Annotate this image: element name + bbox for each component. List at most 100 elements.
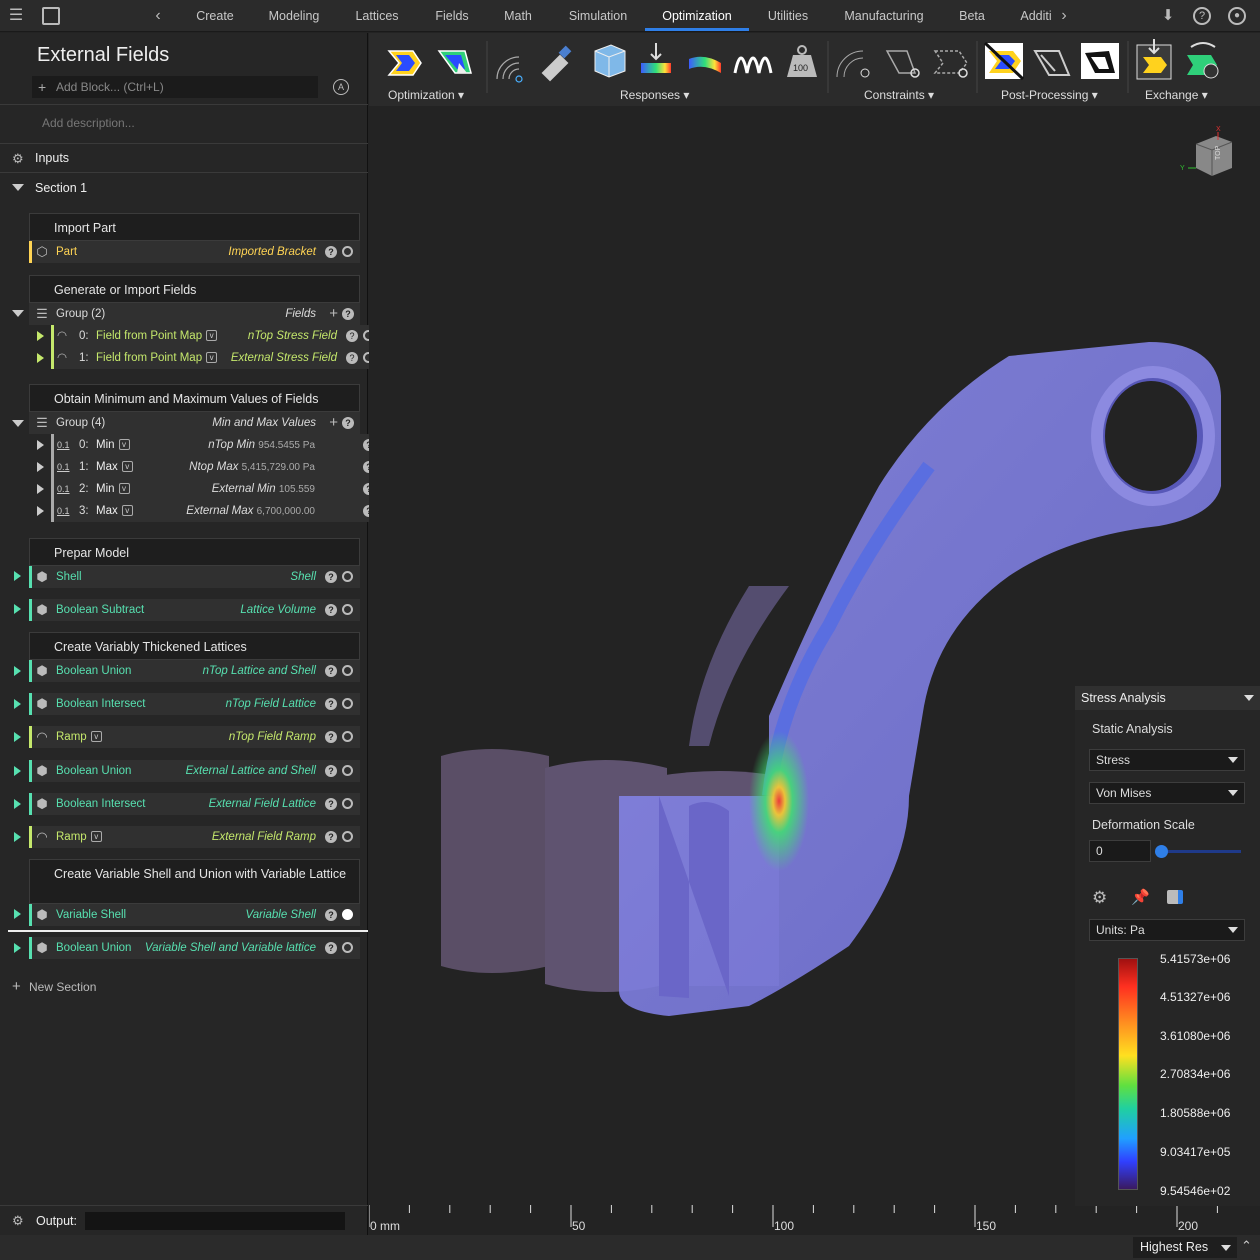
minmax-item[interactable]: 0.12:MinvExternal Min 105.559? [51,478,381,500]
block-header-prep[interactable]: Prepar Model [29,538,360,566]
block-header-import-part[interactable]: Import Part [29,213,360,241]
help-icon[interactable]: ? [325,571,337,583]
deformation-input[interactable]: 0 [1089,840,1151,862]
collapse-up-icon[interactable]: ⌃ [1241,1238,1252,1254]
field-response-icon[interactable] [641,43,671,73]
inputs-label[interactable]: Inputs [35,151,69,165]
dropdown-icon[interactable]: v [90,831,102,843]
help-icon[interactable]: ? [325,831,337,843]
units-select[interactable]: Units: Pa [1089,919,1245,941]
tab-create[interactable]: Create [190,0,240,32]
scroll-left-icon[interactable]: ‹ [148,6,168,26]
help-icon[interactable]: ? [325,246,337,258]
panel-toggle-icon[interactable] [42,7,60,25]
visibility-toggle-icon[interactable] [342,909,353,920]
wave-icon[interactable] [733,56,773,74]
tab-manufacturing[interactable]: Manufacturing [838,0,930,32]
view-cube[interactable]: TOP X Y [1176,124,1246,184]
expand-icon[interactable] [37,506,44,516]
constraint-field-icon[interactable] [836,50,870,78]
help-icon[interactable]: ? [325,909,337,921]
tab-simulation[interactable]: Simulation [562,0,634,32]
expand-icon[interactable] [37,353,44,363]
visibility-toggle-icon[interactable] [342,246,353,257]
group-item[interactable]: ◠ 0: Field from Point Map v nTop Stress F… [51,325,381,347]
block-row-lattice[interactable]: ⬢ Boolean Union External Lattice and Shell… [29,760,360,782]
toolbar-group-post-processing[interactable]: Post-Processing ▾ [1001,88,1098,102]
section-title[interactable]: Section 1 [35,181,87,195]
post-process-icon-2[interactable] [1033,50,1071,76]
help-icon[interactable]: ? [325,731,337,743]
expand-icon[interactable] [14,699,21,709]
deformation-slider-track[interactable] [1159,850,1241,853]
expand-icon[interactable] [37,484,44,494]
constraint-line-icon[interactable] [933,50,968,78]
panel-header[interactable]: Stress Analysis [1075,686,1260,710]
block-row-part[interactable]: ⬡ Part Imported Bracket ? [29,241,360,263]
visibility-toggle-icon[interactable] [342,942,353,953]
hamburger-menu-icon[interactable]: ☰ [6,6,26,26]
tab-optimization[interactable]: Optimization [645,0,749,32]
output-field[interactable] [85,1212,345,1230]
expand-icon[interactable] [14,943,21,953]
block-row-lattice[interactable]: ◠ Ramp v nTop Field Ramp? [29,726,360,748]
group-row-minmax[interactable]: ☰ Group (4) Min and Max Values + ? [29,412,360,434]
expand-icon[interactable] [14,571,21,581]
add-item-icon[interactable]: + [329,412,338,434]
result-select[interactable]: Stress [1089,749,1245,771]
dropdown-icon[interactable]: v [90,731,102,743]
visibility-toggle-icon[interactable] [342,571,353,582]
toolbar-group-optimization[interactable]: Optimization ▾ [388,88,464,102]
dropdown-icon[interactable]: v [118,439,130,451]
block-row-lattice[interactable]: ⬢ Boolean Union nTop Lattice and Shell? [29,660,360,682]
new-section-button[interactable]: New Section [29,980,96,994]
add-block-input[interactable]: + Add Block... (Ctrl+L) [32,76,318,98]
block-header-minmax[interactable]: Obtain Minimum and Maximum Values of Fie… [29,384,360,412]
dropdown-icon[interactable]: v [121,461,133,473]
block-row-lattice[interactable]: ⬢ Boolean Intersect External Field Lattice… [29,793,360,815]
cube-icon[interactable] [594,44,626,78]
help-icon[interactable]: ? [346,352,358,364]
tab-math[interactable]: Math [498,0,538,32]
expand-icon[interactable] [14,666,21,676]
tab-fields[interactable]: Fields [430,0,474,32]
scroll-right-icon[interactable]: › [1054,6,1074,26]
help-icon[interactable]: ? [325,604,337,616]
help-icon[interactable]: ? [325,698,337,710]
block-row-shell[interactable]: ⬢ Shell Shell ? [29,566,360,588]
block-row-variable-shell[interactable]: ⬢ Variable Shell Variable Shell ? [29,904,360,926]
visibility-toggle-icon[interactable] [342,798,353,809]
help-icon[interactable]: ? [325,798,337,810]
visibility-toggle-icon[interactable] [342,765,353,776]
settings-gear-icon[interactable]: ⚙ [1092,888,1107,908]
help-icon[interactable]: ? [342,308,354,320]
optimization-icon[interactable] [387,50,422,76]
satellite-icon[interactable] [541,45,572,82]
block-row-boolean-subtract[interactable]: ⬢ Boolean Subtract Lattice Volume ? [29,599,360,621]
deformation-slider-handle[interactable] [1155,845,1168,858]
block-header-variable-shell[interactable]: Create Variable Shell and Union with Var… [29,859,360,904]
post-process-icon-3[interactable] [1081,43,1119,79]
minmax-item[interactable]: 0.10:MinvnTop Min 954.5455 Pa? [51,434,381,456]
dropdown-icon[interactable]: v [121,505,133,517]
expand-icon[interactable] [14,832,21,842]
expand-icon[interactable] [37,462,44,472]
help-icon[interactable]: ? [325,665,337,677]
constraint-shape-icon[interactable] [885,50,920,78]
expand-icon[interactable] [14,732,21,742]
block-row-lattice[interactable]: ⬢ Boolean Intersect nTop Field Lattice? [29,693,360,715]
help-icon[interactable]: ? [1193,7,1211,25]
group-collapse-icon[interactable] [12,310,24,317]
account-icon[interactable]: ● [1228,7,1246,25]
tab-lattices[interactable]: Lattices [350,0,404,32]
gradient-response-icon[interactable] [689,56,721,73]
visibility-toggle-icon[interactable] [342,665,353,676]
expand-icon[interactable] [14,909,21,919]
chevron-down-icon[interactable] [1244,695,1254,701]
pin-icon[interactable]: 📌 [1131,888,1150,906]
expand-icon[interactable] [14,766,21,776]
download-icon[interactable]: ⬇ [1158,6,1178,26]
search-blocks-icon[interactable]: A [333,79,349,95]
toolbar-group-responses[interactable]: Responses ▾ [620,88,689,102]
import-icon[interactable] [1136,39,1172,80]
